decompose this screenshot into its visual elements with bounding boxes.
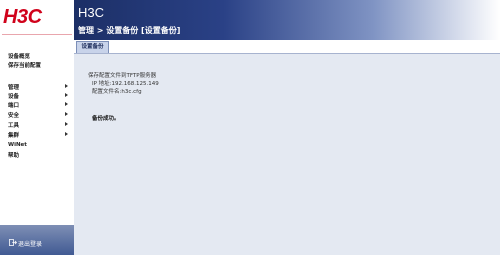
sidebar-item-label: WiNet (8, 142, 27, 148)
chevron-right-icon (65, 84, 68, 88)
logout-icon (9, 239, 17, 246)
logo-area: H3C (0, 0, 74, 40)
app-title: H3C (78, 5, 105, 20)
sidebar: H3C 设备概览 保存当前配置 管理 设备 端口 安全 工具 集群 WiNet … (0, 0, 74, 255)
h3c-logo: H3C (3, 6, 42, 28)
sidebar-item-help[interactable]: 帮助 (8, 151, 70, 159)
logo-divider (2, 34, 72, 35)
sidebar-item-winet[interactable]: WiNet (8, 142, 70, 150)
backup-heading: 保存配置文件到TFTP服务器 (88, 73, 157, 79)
chevron-right-icon (65, 132, 68, 136)
header-bar: H3C 管理 > 设置备份 [设置备份] (74, 0, 500, 40)
sidebar-link-device-overview[interactable]: 设备概览 (8, 52, 30, 60)
sidebar-item-tools[interactable]: 工具 (8, 121, 70, 129)
chevron-right-icon (65, 112, 68, 116)
tftp-ip-address: IP 地址:192.168.125.149 (92, 81, 159, 87)
sidebar-item-label: 端口 (8, 103, 20, 109)
tab-config-backup[interactable]: 设置备份 (76, 41, 109, 53)
sidebar-item-cluster[interactable]: 集群 (8, 131, 70, 139)
chevron-right-icon (65, 102, 68, 106)
content-panel: 保存配置文件到TFTP服务器 IP 地址:192.168.125.149 配置文… (74, 53, 500, 255)
sidebar-item-port[interactable]: 端口 (8, 101, 70, 109)
sidebar-item-label: 工具 (8, 123, 20, 129)
chevron-right-icon (65, 93, 68, 97)
config-file-name: 配置文件名:h3c.cfg (92, 89, 142, 95)
logout-label: 退出登录 (18, 241, 43, 248)
breadcrumb: 管理 > 设置备份 [设置备份] (78, 26, 181, 35)
sidebar-item-label: 管理 (8, 85, 20, 91)
tab-strip: 设置备份 (74, 40, 500, 53)
sidebar-item-label: 帮助 (8, 153, 20, 159)
sidebar-link-save-config[interactable]: 保存当前配置 (8, 61, 41, 69)
sidebar-item-device[interactable]: 设备 (8, 92, 70, 100)
sidebar-item-label: 设备 (8, 94, 20, 100)
sidebar-item-label: 集群 (8, 133, 20, 139)
sidebar-item-security[interactable]: 安全 (8, 111, 70, 119)
sidebar-item-label: 安全 (8, 113, 20, 119)
backup-success-message: 备份成功。 (92, 116, 120, 122)
chevron-right-icon (65, 122, 68, 126)
sidebar-item-management[interactable]: 管理 (8, 83, 70, 91)
logout-link[interactable]: 退出登录 (9, 239, 43, 248)
